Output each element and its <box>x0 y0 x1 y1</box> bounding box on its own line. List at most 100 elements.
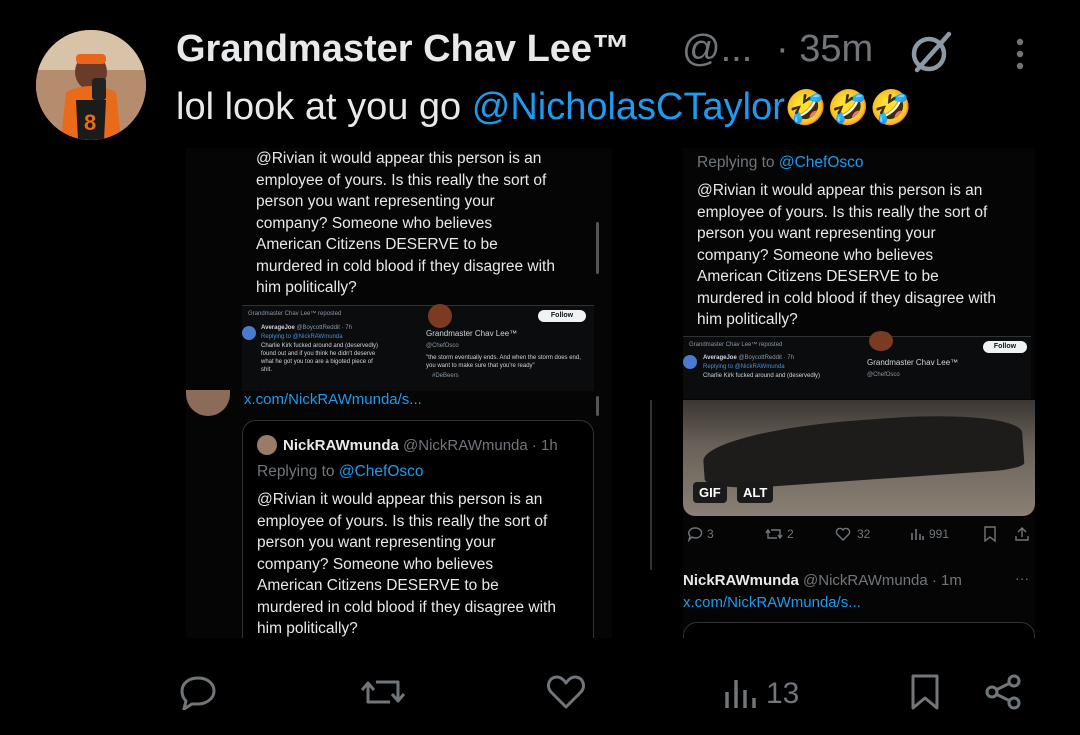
right-nested-screenshot: Grandmaster Chav Lee™ reposted AverageJo… <box>683 331 1031 399</box>
right-tweet-line: American Citizens DESERVE to be <box>697 268 939 285</box>
right-quoted-name: AverageJoe @BoycottReddit · 7h <box>703 354 794 362</box>
right-repost-icon[interactable] <box>765 526 783 542</box>
repost-icon[interactable] <box>360 674 406 710</box>
left-tweet-body: @Rivian it would appear this person is a… <box>256 148 596 299</box>
alt-badge[interactable]: ALT <box>737 482 774 503</box>
reply-icon[interactable] <box>178 674 218 713</box>
thread-line <box>650 400 652 570</box>
right-reply-count: 3 <box>707 527 714 541</box>
right-tweet-line: person you want representing your <box>697 225 936 242</box>
left-follow-button[interactable]: Follow <box>538 310 586 322</box>
left-profile-bio: "the storm eventually ends. And when the… <box>426 355 581 369</box>
right-gif-media[interactable]: GIF ALT <box>683 400 1035 516</box>
right-bookmark-icon[interactable] <box>983 526 997 542</box>
author-avatar[interactable]: 8 <box>36 30 146 140</box>
left-tweet-line: @Rivian it would appear this person is a… <box>256 150 542 167</box>
post-text-prefix: lol look at you go <box>176 86 472 128</box>
left-card-line: person you want representing your <box>257 534 496 551</box>
right-quoted-handle: @BoycottReddit · 7h <box>738 355 794 361</box>
left-tweet-line: employee of yours. Is this really the so… <box>256 171 547 189</box>
right-stats-row: 3 2 32 991 <box>683 524 1035 544</box>
post-mention-link[interactable]: @NicholasCTaylor <box>472 86 785 128</box>
right-repost-label: Grandmaster Chav Lee™ reposted <box>689 342 783 348</box>
author-name[interactable]: Grandmaster Chav Lee™ <box>176 28 630 71</box>
right-tweet-line: employee of yours. Is this really the so… <box>697 203 988 221</box>
left-card-line: murdered in cold blood if they disagree … <box>257 598 556 616</box>
right-quoted-name-text: AverageJoe <box>703 355 737 361</box>
right-reply-line: Replying to @ChefOsco <box>697 152 864 174</box>
left-quoted-card[interactable]: NickRAWmunda @NickRAWmunda · 1h Replying… <box>242 420 594 638</box>
left-link-text[interactable]: x.com/NickRAWmunda/s... <box>244 392 422 408</box>
left-card-body: @Rivian it would appear this person is a… <box>257 489 587 638</box>
bookmark-icon[interactable] <box>908 674 942 710</box>
left-card-handle: @NickRAWmunda · 1h <box>403 437 558 454</box>
right-screenshot[interactable]: Replying to @ChefOsco @Rivian it would a… <box>683 148 1035 638</box>
views-count: 13 <box>766 677 800 710</box>
right-reply-quoted-card[interactable] <box>683 622 1035 638</box>
left-tweet-line: murdered in cold blood if they disagree … <box>256 257 555 275</box>
right-tweet-line: him politically? <box>697 311 798 328</box>
right-profile-handle: @ChefOsco <box>867 372 900 378</box>
left-quoted-name-text: AverageJoe <box>261 325 295 331</box>
left-card-line: company? Someone who believes <box>257 555 494 573</box>
left-quoted-line: shit. <box>261 367 273 373</box>
left-card-reply-prefix: Replying to <box>257 463 339 480</box>
right-repost-count: 2 <box>787 527 794 541</box>
right-tweet-line: company? Someone who believes <box>697 246 934 264</box>
right-reply-mention[interactable]: @ChefOsco <box>779 154 864 171</box>
gif-badge: GIF <box>693 482 727 503</box>
right-share-icon[interactable] <box>1015 526 1029 542</box>
left-repost-label: Grandmaster Chav Lee™ reposted <box>248 311 342 317</box>
left-quoted-line: found out and if you think he didn't des… <box>261 351 376 357</box>
left-card-header: NickRAWmunda @NickRAWmunda · 1h <box>283 437 558 454</box>
left-quoted-line: Charlie Kirk fucked around and (deserved… <box>261 343 379 349</box>
post-timestamp[interactable]: · 35m <box>776 28 873 71</box>
right-like-icon[interactable] <box>835 526 851 542</box>
left-card-reply-mention[interactable]: @ChefOsco <box>339 463 424 480</box>
right-follow-button[interactable]: Follow <box>983 341 1027 353</box>
left-reply-avatar <box>186 390 230 416</box>
right-reply-icon[interactable] <box>687 526 703 542</box>
left-tweet-line: company? Someone who believes <box>256 214 493 232</box>
right-reply-link[interactable]: x.com/NickRAWmunda/s... <box>683 594 861 611</box>
left-profile-tag: #DeBeers <box>432 373 459 379</box>
left-quoted-reply: Replying to @NickRAWmunda <box>261 334 343 340</box>
right-quoted-line: Charlie Kirk fucked around and (deserved… <box>703 373 821 379</box>
author-handle[interactable]: @... <box>682 28 752 71</box>
more-icon[interactable] <box>1010 36 1030 76</box>
right-views-icon[interactable] <box>909 526 925 542</box>
left-tweet-line: American Citizens DESERVE to be <box>256 236 498 253</box>
right-reply-name[interactable]: NickRAWmunda <box>683 572 799 589</box>
left-profile-name: Grandmaster Chav Lee™ <box>426 329 518 338</box>
right-reply-more[interactable]: ··· <box>1015 570 1029 586</box>
left-quoted-handle: @BoycottReddit · 7h <box>296 325 352 331</box>
right-reply-prefix: Replying to <box>697 154 779 171</box>
left-card-line: him politically? <box>257 620 358 637</box>
right-reply-header: NickRAWmunda @NickRAWmunda · 1m <box>683 572 962 589</box>
right-gif-shadow <box>701 408 1025 492</box>
left-quoted-line: what he got you too are a bigoted piece … <box>261 359 373 365</box>
grok-icon[interactable] <box>905 26 957 78</box>
right-tweet-line: @Rivian it would appear this person is a… <box>697 182 983 199</box>
left-card-line: American Citizens DESERVE to be <box>257 577 499 594</box>
left-profile-handle: @ChefOsco <box>426 343 459 349</box>
left-card-name: NickRAWmunda <box>283 437 399 454</box>
left-scrollbar[interactable] <box>596 222 599 274</box>
right-tweet-body: @Rivian it would appear this person is a… <box>697 180 1033 331</box>
right-like-count: 32 <box>857 527 871 541</box>
left-card-reply: Replying to @ChefOsco <box>257 461 424 483</box>
right-profile-avatar <box>869 331 893 351</box>
post-text: lol look at you go @NicholasCTaylor🤣🤣🤣 <box>176 86 912 129</box>
share-icon[interactable] <box>984 674 1024 710</box>
right-quoted-reply: Replying to @NickRAWmunda <box>703 364 785 370</box>
post-emoji: 🤣🤣🤣 <box>784 89 912 127</box>
views-icon[interactable] <box>722 674 762 710</box>
left-card-avatar <box>257 435 277 455</box>
svg-text:8: 8 <box>84 110 96 135</box>
left-nested-screenshot: Grandmaster Chav Lee™ reposted AverageJo… <box>242 304 594 391</box>
left-card-line: employee of yours. Is this really the so… <box>257 512 548 530</box>
left-card-line: @Rivian it would appear this person is a… <box>257 491 543 508</box>
left-scrollbar-2[interactable] <box>596 396 599 416</box>
left-screenshot[interactable]: @Rivian it would appear this person is a… <box>186 148 612 638</box>
like-icon[interactable] <box>546 674 586 710</box>
